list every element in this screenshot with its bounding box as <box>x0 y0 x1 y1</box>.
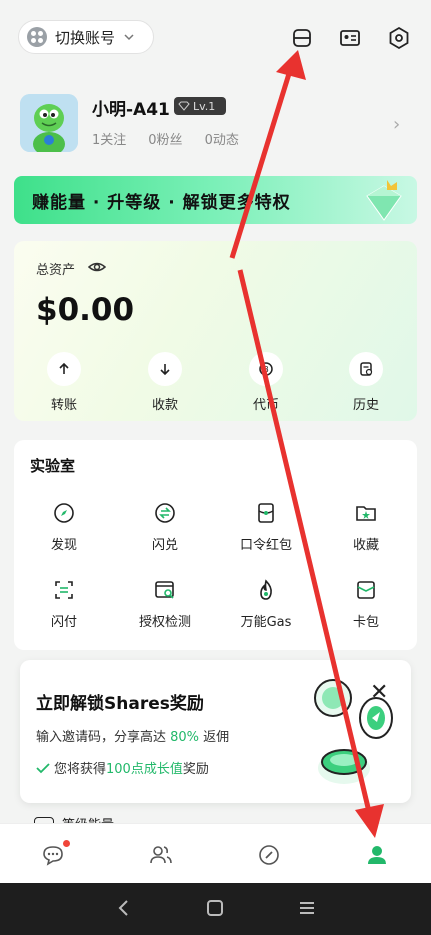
energy-banner[interactable]: 赚能量 · 升等级 · 解锁更多特权 <box>14 176 417 224</box>
flash-pay-icon <box>51 577 77 603</box>
account-grid-icon <box>27 27 47 47</box>
transfer-label: 转账 <box>50 398 77 413</box>
gem-crown-icon <box>366 180 402 221</box>
arrow-down-icon <box>148 352 182 386</box>
history-label: 历史 <box>352 398 379 413</box>
switch-account-label: 切换账号 <box>55 28 116 47</box>
following-count[interactable]: 1关注 <box>92 129 126 148</box>
red-packet-icon <box>253 500 279 526</box>
level-badge: Lv.1 <box>174 97 226 115</box>
lab-item-label: 授权检测 <box>138 615 191 630</box>
receive-button[interactable]: 收款 <box>135 352 195 413</box>
check-icon <box>36 763 50 774</box>
eye-icon[interactable] <box>87 259 107 279</box>
lab-item-flash-pay[interactable]: 闪付 <box>24 577 104 630</box>
promo-title: 立即解锁Shares奖励 <box>36 694 204 714</box>
token-icon: B <box>249 352 283 386</box>
close-icon[interactable]: ✕ <box>370 680 388 705</box>
lab-item-label: 卡包 <box>352 615 379 630</box>
receive-label: 收款 <box>151 398 178 413</box>
chevron-down-icon <box>124 34 134 41</box>
id-card-icon[interactable] <box>336 24 364 52</box>
menu-icon[interactable] <box>292 893 322 923</box>
lab-item-auth-check[interactable]: 授权检测 <box>125 577 205 630</box>
posts-count[interactable]: 0动态 <box>205 129 239 148</box>
back-icon[interactable] <box>109 893 139 923</box>
history-icon <box>349 352 383 386</box>
token-label: 代币 <box>252 398 279 413</box>
gas-flame-icon <box>253 577 279 603</box>
lab-item-red-packet[interactable]: 口令红包 <box>226 500 306 553</box>
coin-illustration-icon <box>314 679 393 784</box>
chevron-right-icon[interactable]: › <box>393 114 400 135</box>
settings-icon[interactable] <box>385 24 413 52</box>
lab-item-discover[interactable]: 发现 <box>24 500 104 553</box>
tab-contacts[interactable] <box>146 840 176 870</box>
total-assets-label: 总资产 <box>36 263 76 278</box>
chat-bubble-icon <box>43 846 63 866</box>
promo-check-prefix: 您将获得 <box>54 762 107 777</box>
banner-text: 赚能量 · 升等级 · 解锁更多特权 <box>32 192 291 213</box>
switch-account-button[interactable]: 切换账号 <box>18 20 154 54</box>
tab-me[interactable] <box>362 840 392 870</box>
compass-icon <box>51 500 77 526</box>
scan-icon[interactable] <box>288 24 316 52</box>
username: 小明-A41 <box>92 100 170 120</box>
star-folder-icon <box>353 500 379 526</box>
lab-item-label: 闪兑 <box>151 538 178 553</box>
avatar[interactable] <box>20 94 78 152</box>
arrow-up-icon <box>47 352 81 386</box>
promo-sub-prefix: 输入邀请码，分享高达 <box>36 730 171 745</box>
token-button[interactable]: B 代币 <box>236 352 296 413</box>
lab-item-swap[interactable]: 闪兑 <box>125 500 205 553</box>
lab-title: 实验室 <box>30 457 76 475</box>
fans-count[interactable]: 0粉丝 <box>148 129 182 148</box>
card-wallet-icon <box>353 577 379 603</box>
people-icon <box>150 846 172 864</box>
lab-item-label: 万能Gas <box>240 615 292 630</box>
lab-item-label: 闪付 <box>50 615 77 630</box>
promo-reward-line: 您将获得100点成长值奖励 <box>36 758 209 777</box>
lab-item-label: 发现 <box>50 538 77 553</box>
profile-stats: 1关注 0粉丝 0动态 <box>92 129 239 148</box>
tab-messages[interactable] <box>38 840 70 870</box>
history-button[interactable]: 历史 <box>336 352 396 413</box>
promo-subtitle: 输入邀请码，分享高达 80% 返佣 <box>36 726 229 745</box>
lab-item-label: 口令红包 <box>239 538 292 553</box>
svg-text:B: B <box>263 365 269 374</box>
lab-item-gas[interactable]: 万能Gas <box>226 577 306 630</box>
lab-item-card-wallet[interactable]: 卡包 <box>326 577 406 630</box>
level-text: Lv.1 <box>193 99 216 113</box>
home-icon[interactable] <box>200 893 230 923</box>
promo-sub-highlight: 80% <box>170 730 200 745</box>
auth-check-icon <box>152 577 178 603</box>
promo-sub-suffix: 返佣 <box>199 730 230 745</box>
notification-dot <box>63 840 70 847</box>
total-assets-amount: $0.00 <box>36 292 135 328</box>
promo-check-highlight: 100点成长值 <box>106 762 183 777</box>
user-icon <box>368 846 386 864</box>
tab-discover[interactable] <box>254 840 284 870</box>
promo-check-suffix: 奖励 <box>182 762 209 777</box>
swap-icon <box>152 500 178 526</box>
lab-item-label: 收藏 <box>352 538 379 553</box>
lab-item-favorites[interactable]: 收藏 <box>326 500 406 553</box>
transfer-button[interactable]: 转账 <box>34 352 94 413</box>
diamond-icon <box>178 101 190 111</box>
compass-icon <box>259 845 279 865</box>
